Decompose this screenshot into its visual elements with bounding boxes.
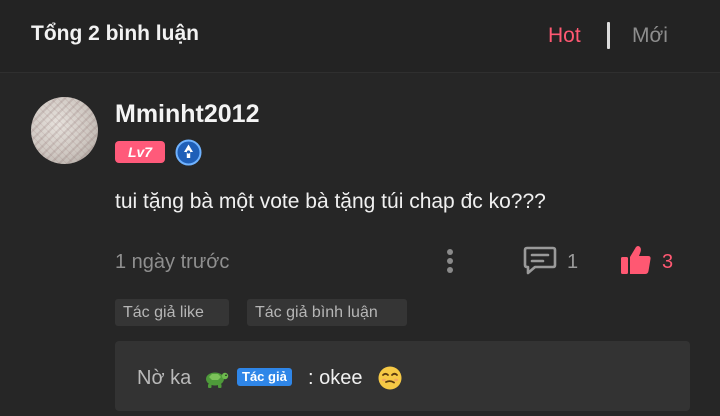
reply-count: 1: [567, 251, 579, 273]
like-count: 3: [662, 251, 674, 273]
turtle-icon: [206, 372, 229, 388]
reply-text: : okee: [308, 367, 363, 389]
comment-timestamp: 1 ngày trước: [115, 251, 230, 273]
avatar[interactable]: [31, 97, 98, 164]
thumbs-up-icon[interactable]: [619, 244, 653, 276]
comment-text: tui tặng bà một vote bà tặng túi chap đc…: [115, 190, 546, 213]
reply-preview[interactable]: Nờ ka Tác giả : okee: [115, 341, 690, 411]
author-liked-tag: Tác giả like: [115, 299, 229, 326]
reply-author-name[interactable]: Nờ ka: [137, 367, 191, 390]
comments-header: Tổng 2 bình luận Hot Mới: [0, 0, 720, 73]
author-commented-tag: Tác giả bình luận: [247, 299, 407, 326]
face-icon: [378, 366, 402, 390]
verified-badge-icon: [175, 139, 202, 166]
level-badge: Lv7: [115, 141, 165, 163]
sort-new-tab[interactable]: Mới: [632, 24, 668, 48]
more-options-icon[interactable]: [440, 246, 460, 276]
reply-comment-icon[interactable]: [523, 245, 557, 275]
sort-divider: [607, 22, 610, 49]
comments-count-title: Tổng 2 bình luận: [31, 22, 199, 45]
comment-username[interactable]: Mminht2012: [115, 100, 259, 129]
author-badge: Tác giả: [237, 368, 292, 386]
sort-hot-tab[interactable]: Hot: [548, 24, 581, 48]
